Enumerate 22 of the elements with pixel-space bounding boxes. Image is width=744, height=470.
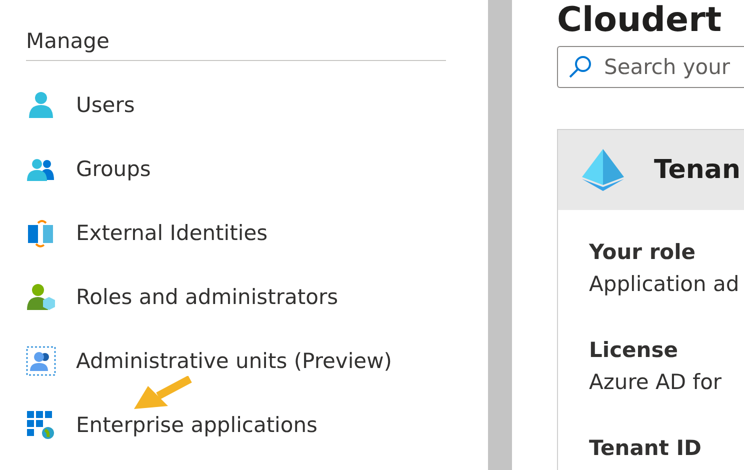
menu-item[interactable]: Users <box>76 93 135 117</box>
field-value: Azure AD for <box>589 370 723 396</box>
menu-item[interactable]: Enterprise applications <box>76 413 318 437</box>
menu-item[interactable]: Groups <box>76 157 151 181</box>
grid-globe-icon <box>26 410 56 440</box>
menu-item[interactable]: Administrative units (Preview) <box>76 349 392 373</box>
field-label: Your role <box>589 240 697 266</box>
field-label: Tenant ID <box>589 436 702 462</box>
field-value: Application ad <box>589 272 740 298</box>
arrow-annotation <box>132 376 194 412</box>
page-title: Cloudert <box>557 0 723 40</box>
search-field[interactable]: Search your <box>557 46 744 88</box>
buildings-icon <box>26 218 56 248</box>
menu-item[interactable]: Roles and administrators <box>76 285 338 309</box>
user-cube-icon <box>26 282 56 312</box>
search-icon <box>568 55 592 79</box>
dashed-user-icon <box>26 346 56 376</box>
field-label: License <box>589 338 679 364</box>
section-title: Manage <box>26 28 110 55</box>
user-icon <box>26 90 56 120</box>
card-title: Tenan <box>654 155 740 185</box>
menu-item[interactable]: External Identities <box>76 221 268 245</box>
